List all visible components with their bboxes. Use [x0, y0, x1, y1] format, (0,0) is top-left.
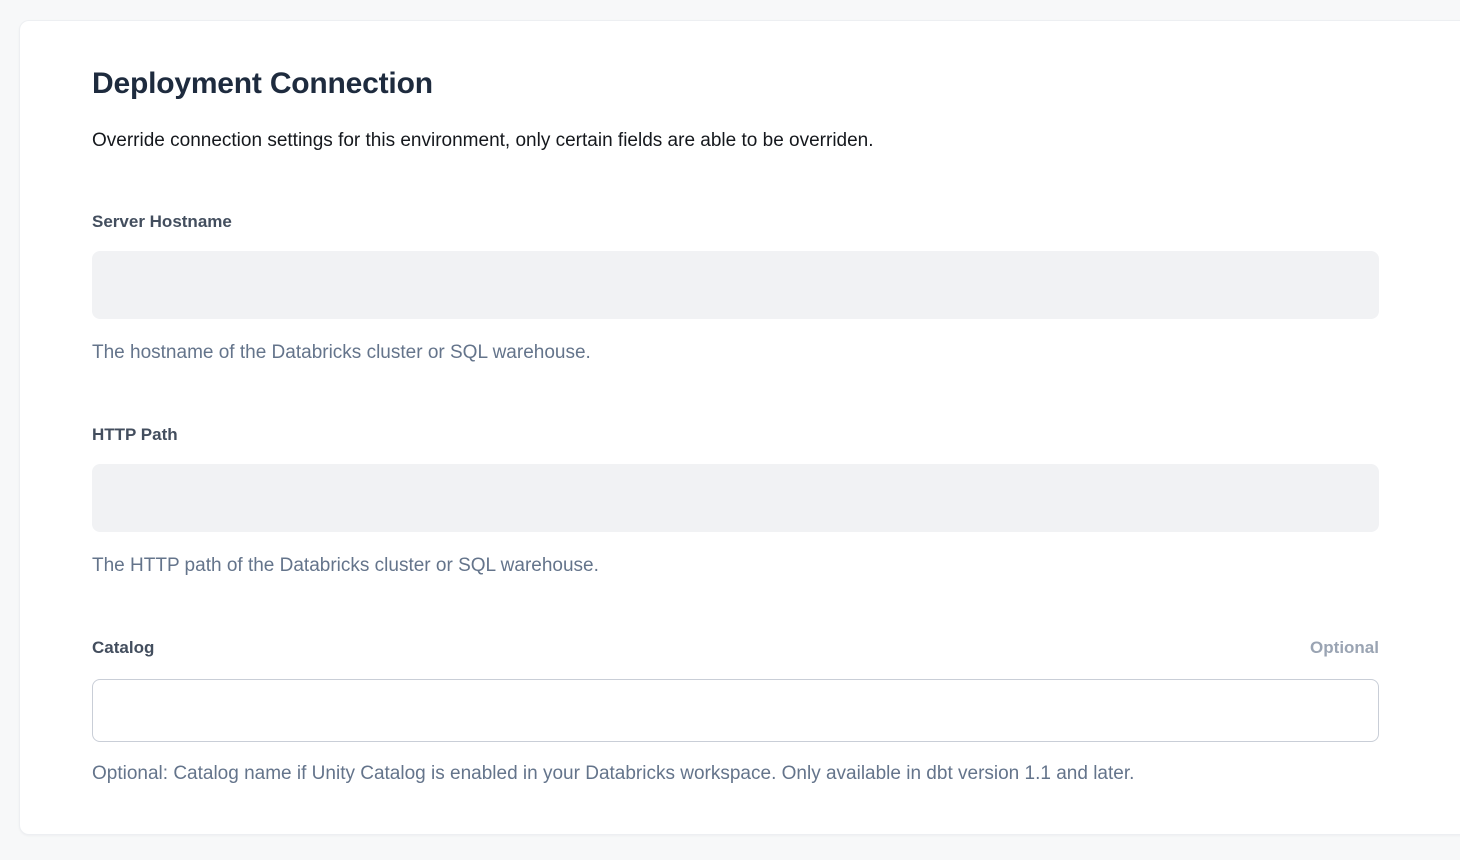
deployment-connection-card: Deployment Connection Override connectio… — [19, 20, 1460, 835]
catalog-help: Optional: Catalog name if Unity Catalog … — [92, 762, 1379, 785]
catalog-optional-badge: Optional — [1310, 637, 1379, 659]
http-path-label: HTTP Path — [92, 424, 178, 446]
server-hostname-label-row: Server Hostname — [92, 211, 1379, 233]
page-subtitle: Override connection settings for this en… — [92, 128, 1379, 154]
field-http-path: HTTP Path The HTTP path of the Databrick… — [92, 424, 1379, 577]
catalog-input[interactable] — [92, 679, 1379, 742]
page-title: Deployment Connection — [92, 65, 1379, 103]
http-path-help: The HTTP path of the Databricks cluster … — [92, 554, 1379, 577]
card-content: Deployment Connection Override connectio… — [92, 65, 1379, 785]
server-hostname-label: Server Hostname — [92, 211, 232, 233]
http-path-input — [92, 464, 1379, 532]
server-hostname-help: The hostname of the Databricks cluster o… — [92, 341, 1379, 364]
field-catalog: Catalog Optional Optional: Catalog name … — [92, 637, 1379, 785]
catalog-label: Catalog — [92, 637, 154, 659]
http-path-label-row: HTTP Path — [92, 424, 1379, 446]
server-hostname-input — [92, 251, 1379, 319]
catalog-label-row: Catalog Optional — [92, 637, 1379, 659]
field-server-hostname: Server Hostname The hostname of the Data… — [92, 211, 1379, 364]
